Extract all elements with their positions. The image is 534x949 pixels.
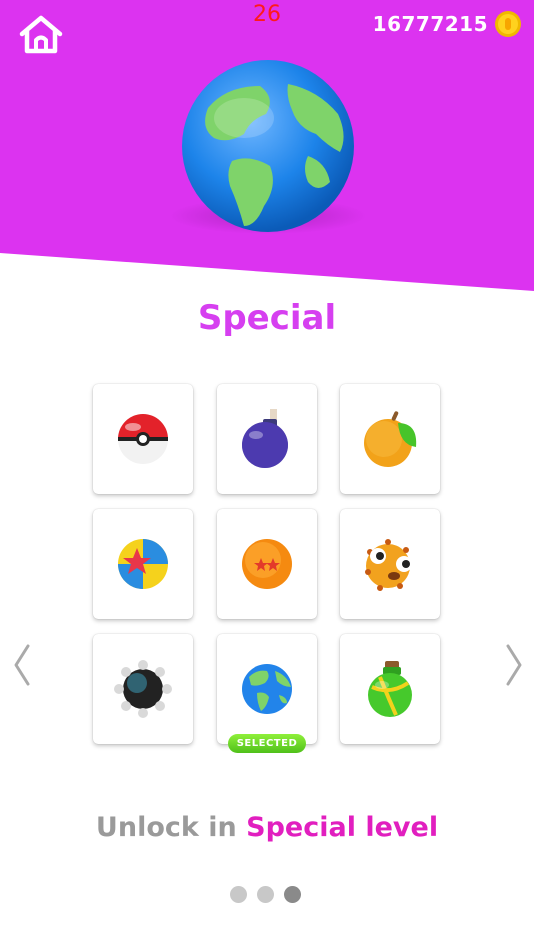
hero-earth-ball bbox=[170, 60, 366, 234]
ball-card-bomb[interactable] bbox=[217, 384, 317, 494]
ball-card-potion[interactable] bbox=[340, 634, 440, 744]
orange-icon bbox=[364, 411, 417, 467]
home-button[interactable] bbox=[18, 14, 64, 56]
ball-card-pufferfish[interactable] bbox=[340, 509, 440, 619]
unlock-hint: Unlock in Special level bbox=[0, 812, 534, 843]
star-ball-icon bbox=[118, 539, 168, 589]
ball-card-star-ball[interactable] bbox=[93, 509, 193, 619]
previous-page-button[interactable] bbox=[6, 640, 36, 690]
category-title: Special bbox=[197, 298, 337, 338]
page-dot-1[interactable] bbox=[230, 886, 247, 903]
ball-card-earth[interactable]: SELECTED bbox=[217, 634, 317, 753]
page-dot-3[interactable] bbox=[284, 886, 301, 903]
coin-balance: 16777215 bbox=[373, 8, 522, 40]
ball-card-orange[interactable] bbox=[340, 384, 440, 494]
ball-card-spiked-mine[interactable] bbox=[93, 634, 193, 744]
earth-icon bbox=[242, 664, 292, 714]
pufferfish-icon bbox=[365, 539, 412, 591]
coin-icon bbox=[495, 11, 521, 37]
chevron-left-icon bbox=[14, 644, 30, 686]
chevron-right-icon bbox=[506, 644, 522, 686]
dragon-ball-icon bbox=[242, 539, 292, 589]
unlock-level: Special level bbox=[246, 812, 439, 843]
next-page-button[interactable] bbox=[500, 640, 530, 690]
potion-icon bbox=[368, 661, 412, 717]
bomb-icon bbox=[242, 409, 288, 468]
spiked-mine-icon bbox=[114, 660, 172, 718]
ball-grid: SELECTED bbox=[93, 384, 441, 753]
coin-count: 16777215 bbox=[372, 12, 488, 36]
page-indicator bbox=[230, 886, 301, 903]
home-icon bbox=[19, 15, 63, 54]
fps-counter: 26 bbox=[253, 2, 281, 27]
selected-badge: SELECTED bbox=[228, 734, 306, 753]
unlock-prefix: Unlock in bbox=[95, 812, 237, 843]
page-dot-2[interactable] bbox=[257, 886, 274, 903]
pokeball-icon bbox=[118, 414, 168, 464]
ball-card-dragon-ball[interactable] bbox=[217, 509, 317, 619]
ball-card-pokeball[interactable] bbox=[93, 384, 193, 494]
